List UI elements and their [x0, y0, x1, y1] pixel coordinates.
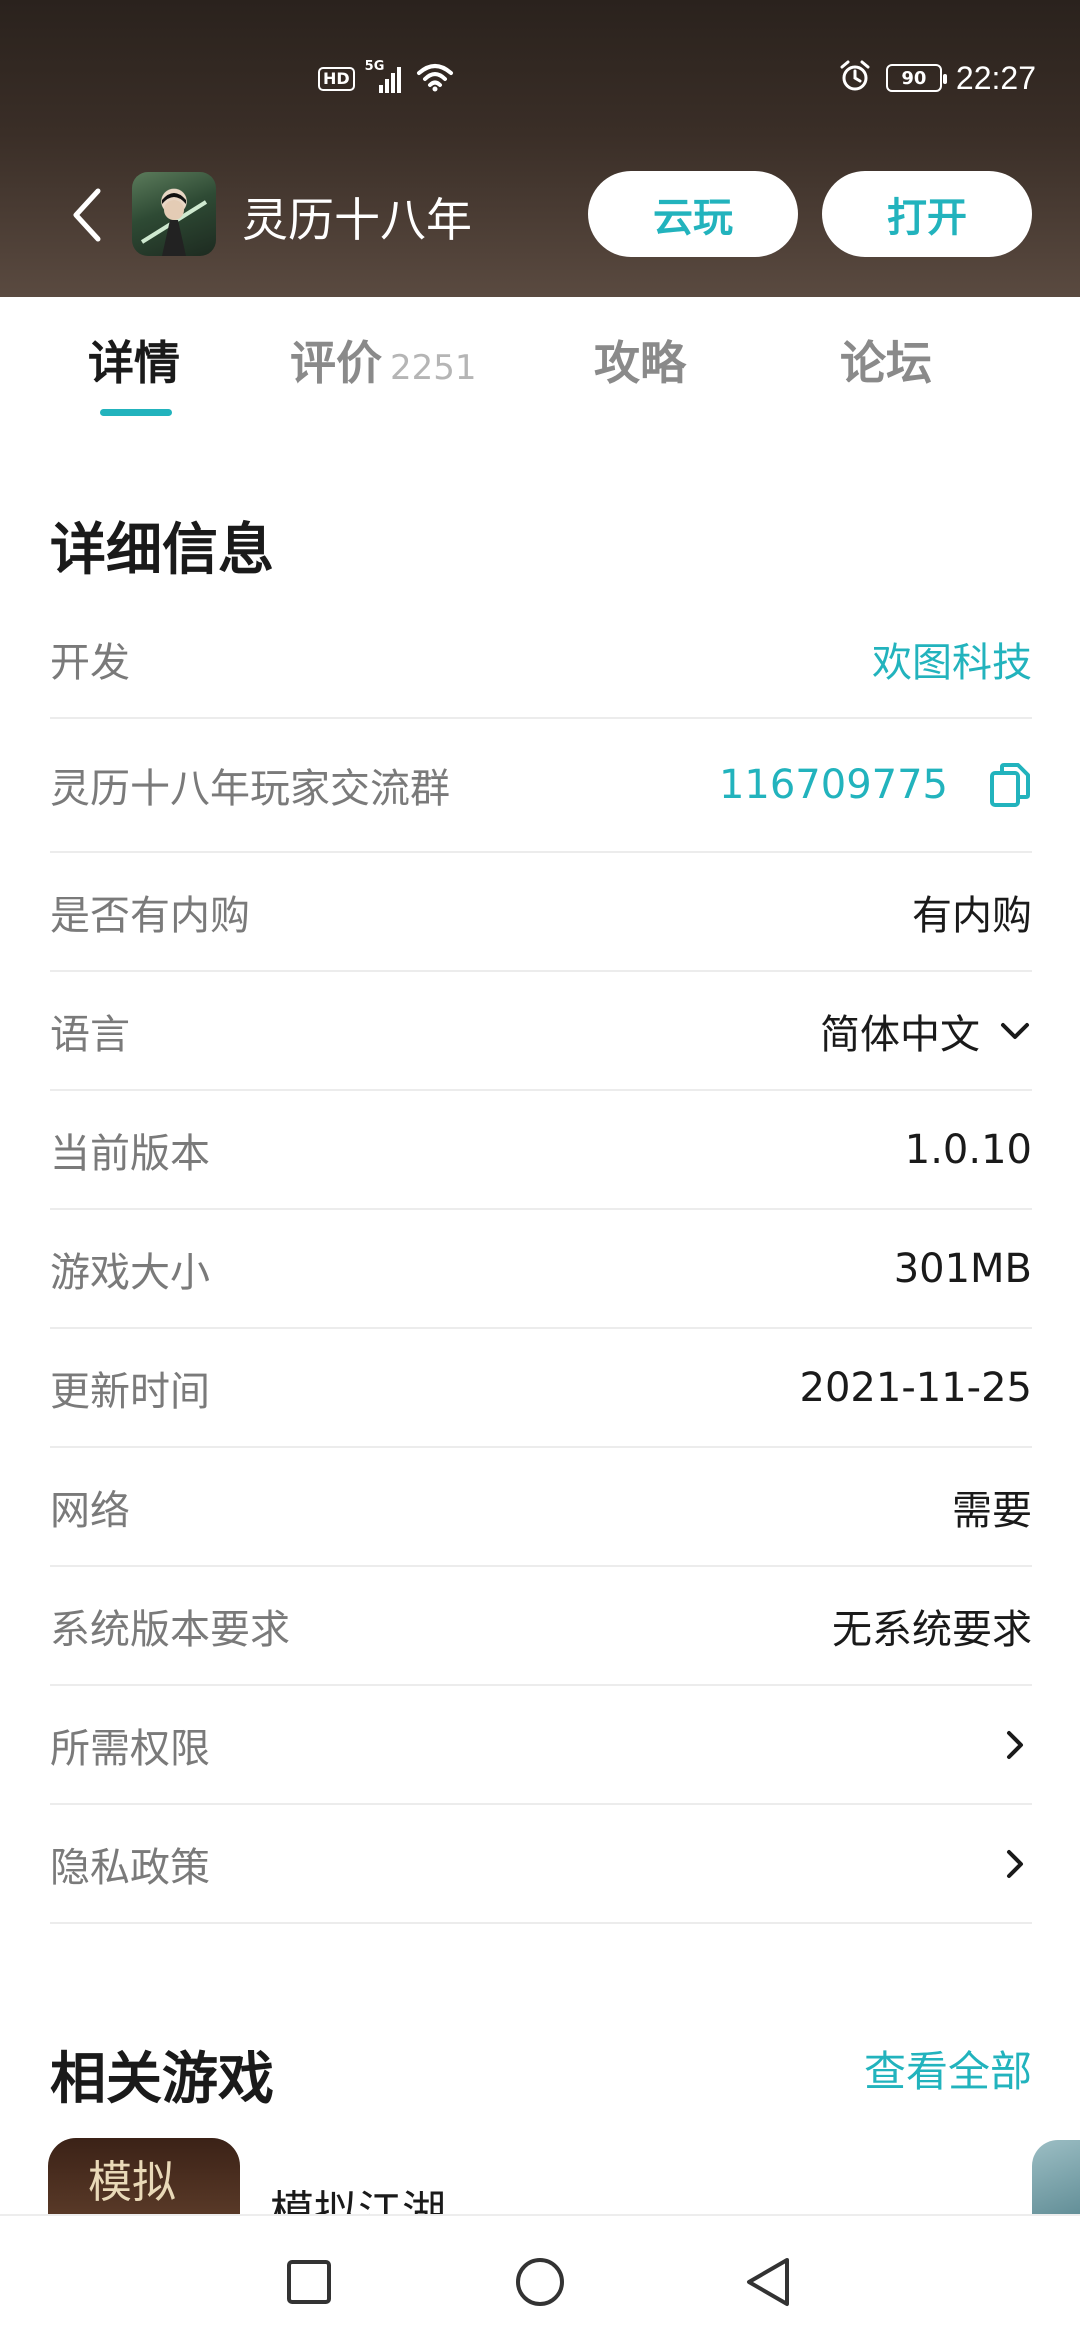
status-bar: HD 5G 90 22:27 [0, 55, 1080, 105]
top-bar: 灵历十八年 云玩 打开 [0, 170, 1080, 260]
status-right: 90 22:27 [838, 59, 1036, 97]
tab-guides[interactable]: 攻略 [594, 327, 686, 393]
battery-icon: 90 [885, 64, 947, 92]
battery-level: 90 [901, 67, 927, 89]
row-network: 网络 需要 [50, 1448, 1032, 1567]
row-privacy-policy[interactable]: 隐私政策 [50, 1805, 1032, 1924]
row-version: 当前版本 1.0.10 [50, 1091, 1032, 1210]
app-icon[interactable] [132, 172, 216, 256]
app-title: 灵历十八年 [242, 193, 472, 247]
recent-apps-button[interactable] [281, 2254, 337, 2310]
details-title: 详细信息 [50, 518, 274, 583]
row-permissions[interactable]: 所需权限 [50, 1686, 1032, 1805]
status-time: 22:27 [955, 59, 1036, 96]
chevron-right-icon [998, 1847, 1032, 1881]
home-button[interactable] [512, 2254, 568, 2310]
system-nav-bar [0, 2214, 1080, 2340]
game-thumbnail[interactable]: 模拟 [48, 2138, 240, 2218]
back-button[interactable] [62, 187, 112, 243]
wifi-icon [415, 61, 455, 97]
details-list: 开发 欢图科技 灵历十八年玩家交流群 116709775 是否有内购 有内购 语… [50, 600, 1032, 1924]
row-in-app-purchase: 是否有内购 有内购 [50, 853, 1032, 972]
row-label: 游戏大小 [50, 1249, 210, 1296]
row-value: 无系统要求 [832, 1606, 1032, 1653]
square-icon [287, 2260, 331, 2304]
tab-details[interactable]: 详情 [88, 327, 180, 393]
alarm-icon [838, 59, 872, 97]
tab-guides-label: 攻略 [594, 336, 686, 390]
row-update-time: 更新时间 2021-11-25 [50, 1329, 1032, 1448]
status-left: HD 5G [318, 59, 455, 97]
row-label: 当前版本 [50, 1130, 210, 1177]
row-developer[interactable]: 开发 欢图科技 [50, 600, 1032, 719]
app-header: HD 5G 90 22:27 灵历十八年 云玩 打开 [0, 0, 1080, 297]
group-number-container: 116709775 [719, 761, 1032, 809]
row-language[interactable]: 语言 简体中文 [50, 972, 1032, 1091]
row-label: 灵历十八年玩家交流群 [50, 766, 450, 812]
tab-forum[interactable]: 论坛 [840, 327, 932, 393]
see-all-link[interactable]: 查看全部 [864, 2038, 1032, 2099]
triangle-back-icon [747, 2258, 789, 2306]
related-title: 相关游戏 [50, 2047, 274, 2112]
row-label: 所需权限 [50, 1725, 210, 1772]
chevron-right-icon [998, 1728, 1032, 1762]
developer-link[interactable]: 欢图科技 [872, 630, 1032, 688]
signal-icon: 5G [365, 59, 405, 95]
hd-badge: HD [318, 67, 355, 91]
row-label: 网络 [50, 1487, 130, 1534]
language-value: 简体中文 [820, 1011, 980, 1058]
tab-reviews-label: 评价 [290, 336, 382, 390]
game-thumbnail-partial[interactable] [1032, 2140, 1080, 2220]
row-label: 是否有内购 [50, 892, 250, 939]
back-arrow-icon [73, 188, 101, 242]
cloud-play-button[interactable]: 云玩 [588, 171, 798, 257]
row-label: 隐私政策 [50, 1844, 210, 1891]
row-value: 301MB [893, 1245, 1032, 1292]
row-value: 1.0.10 [904, 1126, 1032, 1173]
row-label: 系统版本要求 [50, 1606, 290, 1653]
game-name[interactable]: 模拟江湖 [270, 2176, 446, 2216]
row-label: 语言 [50, 1011, 130, 1058]
row-value: 有内购 [912, 892, 1032, 939]
tab-bar: 详情 评价 2251 攻略 论坛 [0, 297, 1080, 427]
row-value: 需要 [952, 1487, 1032, 1534]
review-count: 2251 [390, 348, 477, 388]
group-number: 116709775 [718, 762, 948, 808]
language-select[interactable]: 简体中文 [820, 1002, 1032, 1060]
tab-details-label: 详情 [88, 336, 180, 390]
row-value: 2021-11-25 [799, 1364, 1032, 1411]
open-button[interactable]: 打开 [822, 171, 1032, 257]
circle-icon [516, 2258, 564, 2306]
back-nav-button[interactable] [740, 2254, 796, 2310]
copy-icon[interactable] [988, 761, 1032, 809]
row-size: 游戏大小 301MB [50, 1210, 1032, 1329]
row-system-requirement: 系统版本要求 无系统要求 [50, 1567, 1032, 1686]
tab-forum-label: 论坛 [840, 336, 932, 390]
tab-reviews[interactable]: 评价 2251 [290, 327, 477, 393]
row-player-group: 灵历十八年玩家交流群 116709775 [50, 719, 1032, 853]
row-label: 更新时间 [50, 1368, 210, 1415]
row-label: 开发 [50, 639, 130, 686]
game-thumbnail-logo: 模拟 [88, 2157, 176, 2208]
active-tab-indicator [100, 409, 172, 416]
chevron-down-icon [998, 1014, 1032, 1048]
